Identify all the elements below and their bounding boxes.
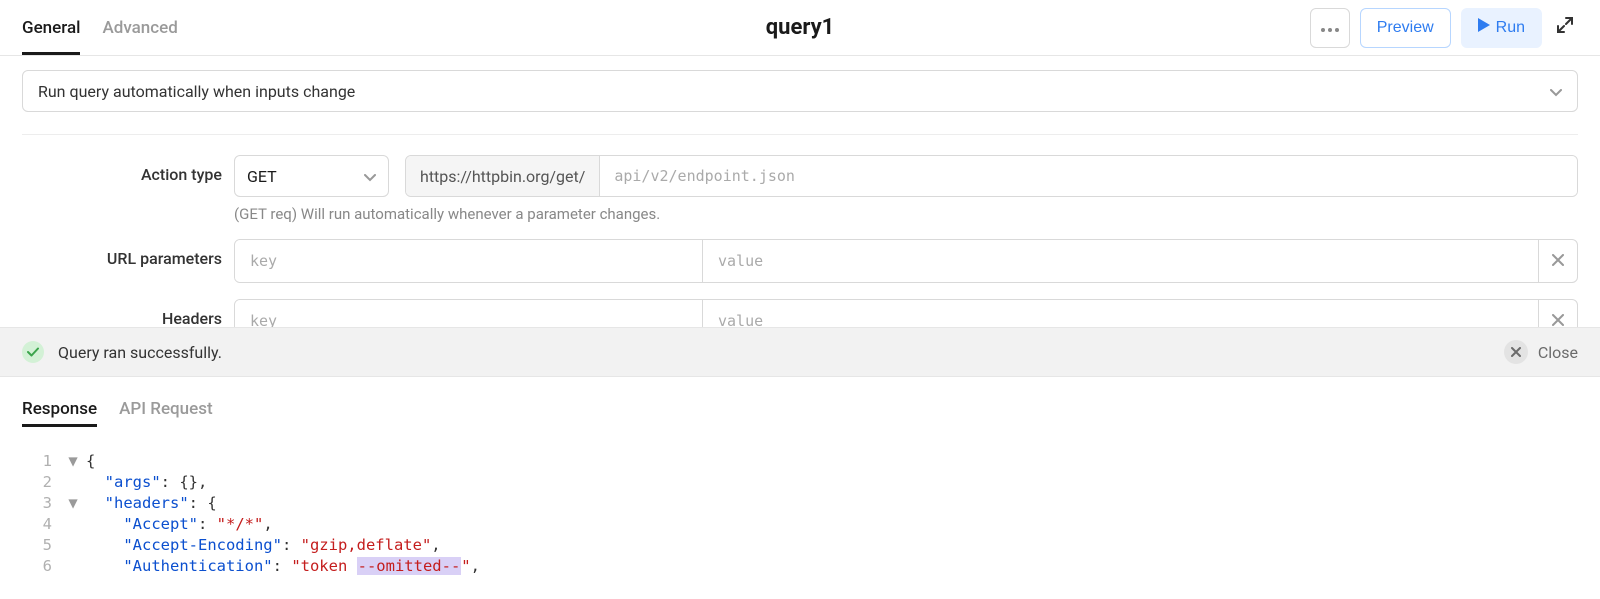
ellipsis-icon (1321, 19, 1339, 37)
code-line: 3▼ "headers": { (22, 493, 1578, 514)
line-number: 2 (22, 472, 60, 493)
code-content: "headers": { (86, 493, 217, 514)
chevron-down-icon (364, 167, 376, 186)
code-line: 5 "Accept-Encoding": "gzip,deflate", (22, 535, 1578, 556)
fold-toggle-icon (60, 556, 86, 577)
section-divider (22, 134, 1578, 135)
row-action-type: Action type GET https://httpbin.org/get/… (22, 155, 1578, 223)
line-number: 4 (22, 514, 60, 535)
run-mode-dropdown[interactable]: Run query automatically when inputs chan… (22, 70, 1578, 112)
tab-advanced[interactable]: Advanced (102, 0, 177, 55)
editor-header: General Advanced query1 Preview Run (0, 0, 1600, 56)
more-actions-button[interactable] (1310, 8, 1350, 48)
base-url: https://httpbin.org/get/ (406, 156, 600, 196)
expand-icon (1557, 17, 1573, 38)
http-method-value: GET (247, 167, 277, 186)
headers-label: Headers (22, 299, 234, 328)
code-content: "Accept-Encoding": "gzip,deflate", (86, 535, 441, 556)
config-panel: Run query automatically when inputs chan… (0, 56, 1600, 343)
close-icon (1552, 252, 1564, 270)
line-number: 5 (22, 535, 60, 556)
row-url-parameters: URL parameters (22, 239, 1578, 283)
url-param-value-input[interactable] (703, 240, 1539, 282)
action-type-label: Action type (22, 155, 234, 184)
tab-response[interactable]: Response (22, 399, 97, 427)
http-method-select[interactable]: GET (234, 155, 389, 197)
run-mode-label: Run query automatically when inputs chan… (38, 82, 355, 101)
header-actions: Preview Run (1310, 8, 1578, 48)
config-tabs: General Advanced (22, 0, 178, 55)
code-content: "Authentication": "token --omitted--", (86, 556, 480, 577)
code-line: 6 "Authentication": "token --omitted--", (22, 556, 1578, 577)
query-title[interactable]: query1 (766, 15, 835, 40)
status-message: Query ran successfully. (58, 343, 222, 362)
tab-general[interactable]: General (22, 0, 80, 55)
success-icon (22, 341, 44, 363)
run-button-label: Run (1496, 19, 1525, 37)
line-number: 1 (22, 451, 60, 472)
fold-toggle-icon (60, 514, 86, 535)
play-icon (1478, 18, 1490, 37)
response-tabs: Response API Request (0, 377, 1600, 433)
status-close-label: Close (1538, 343, 1578, 362)
line-number: 3 (22, 493, 60, 514)
fold-toggle-icon[interactable]: ▼ (60, 493, 86, 514)
close-icon (1504, 340, 1528, 364)
url-path-input[interactable] (600, 156, 1577, 196)
code-line: 1▼{ (22, 451, 1578, 472)
response-json-viewer[interactable]: 1▼{2 "args": {},3▼ "headers": {4 "Accept… (0, 433, 1600, 577)
fold-toggle-icon[interactable]: ▼ (60, 451, 86, 472)
fold-toggle-icon (60, 535, 86, 556)
url-group: https://httpbin.org/get/ (405, 155, 1578, 197)
code-content: "args": {}, (86, 472, 207, 493)
code-content: { (86, 451, 95, 472)
expand-button[interactable] (1552, 8, 1578, 48)
code-content: "Accept": "*/*", (86, 514, 273, 535)
code-line: 2 "args": {}, (22, 472, 1578, 493)
status-bar: Query ran successfully. Close (0, 327, 1600, 377)
tab-api-request[interactable]: API Request (119, 399, 213, 427)
action-type-hint: (GET req) Will run automatically wheneve… (234, 205, 1578, 223)
url-param-key-input[interactable] (235, 240, 703, 282)
url-parameters-label: URL parameters (22, 239, 234, 268)
status-close-button[interactable]: Close (1504, 340, 1578, 364)
preview-button[interactable]: Preview (1360, 8, 1451, 48)
run-button[interactable]: Run (1461, 8, 1542, 48)
line-number: 6 (22, 556, 60, 577)
chevron-down-icon (1550, 82, 1562, 101)
code-line: 4 "Accept": "*/*", (22, 514, 1578, 535)
remove-row-button[interactable] (1539, 240, 1577, 282)
fold-toggle-icon (60, 472, 86, 493)
url-params-kv-row (234, 239, 1578, 283)
